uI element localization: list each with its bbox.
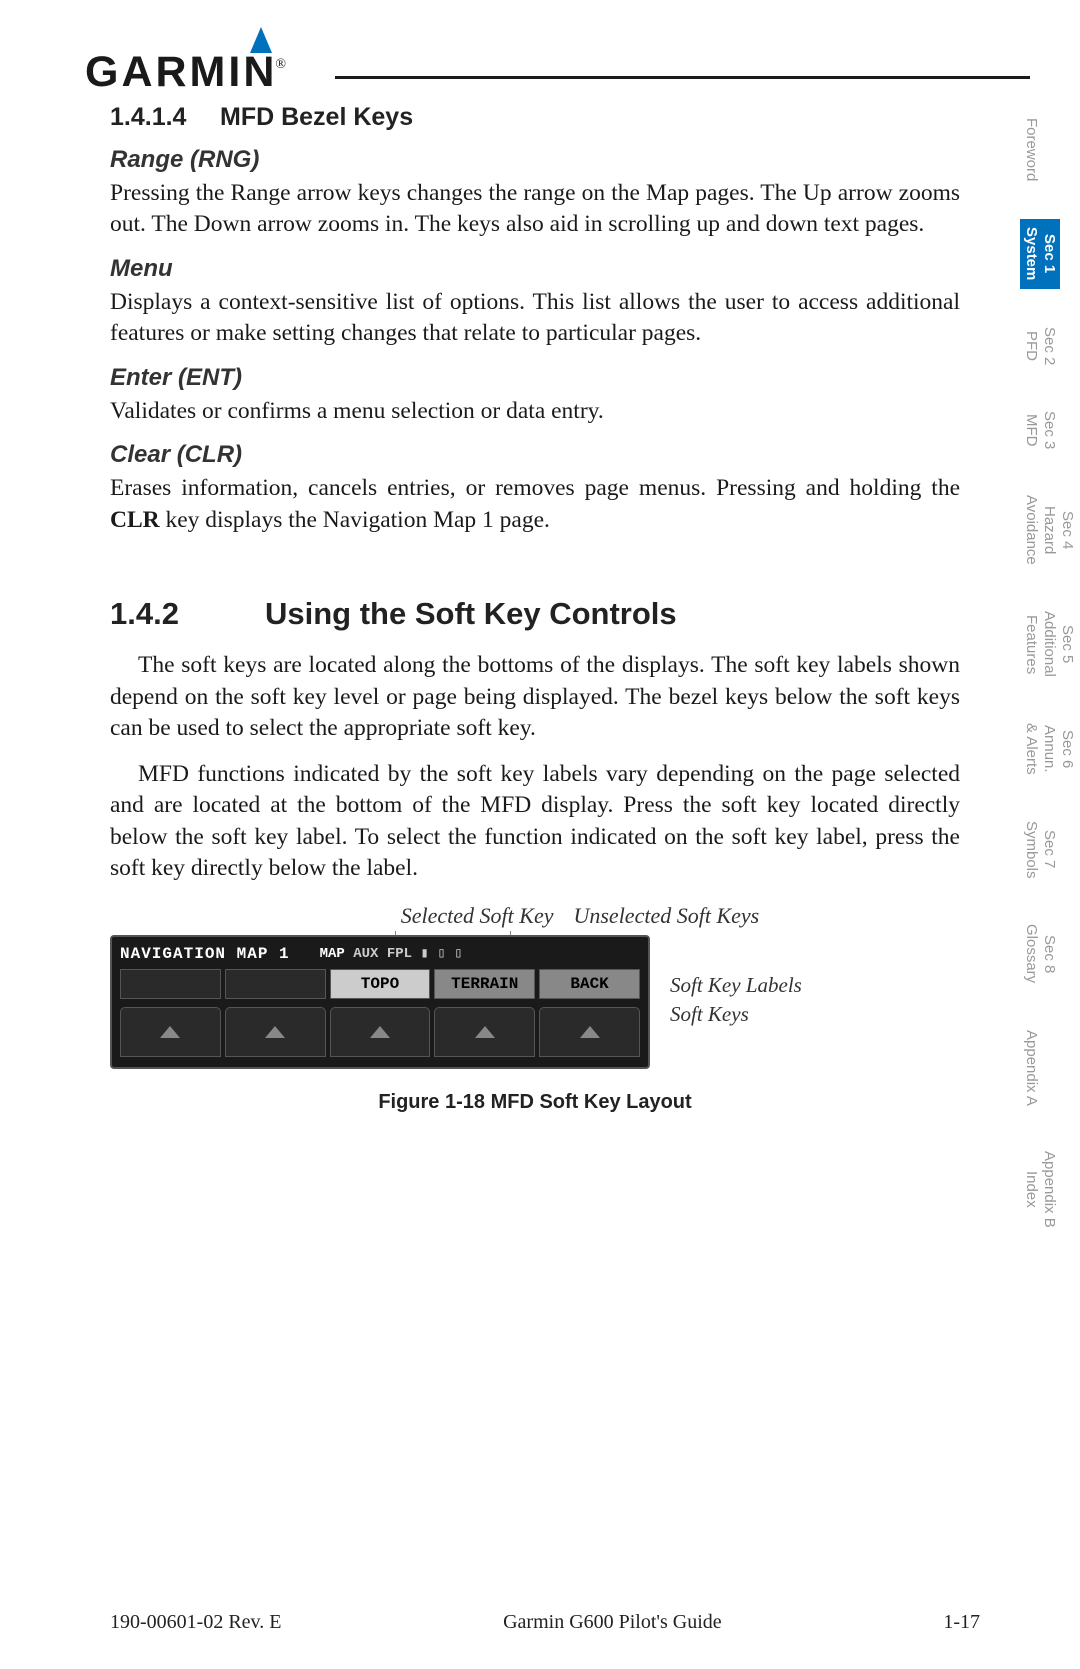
section-1-4-1-4-heading: 1.4.1.4MFD Bezel Keys <box>110 103 960 132</box>
clear-heading: Clear (CLR) <box>110 441 960 469</box>
softkey-label-terrain: TERRAIN <box>434 969 535 999</box>
softkey-button <box>330 1007 431 1057</box>
tab-sec2-pfd[interactable]: Sec 2 PFD <box>1020 319 1060 373</box>
softkey-button <box>225 1007 326 1057</box>
callout-unselected: Unselected Soft Keys <box>573 903 759 929</box>
callout-selected: Selected Soft Key <box>401 903 554 929</box>
tab-sec4-hazard[interactable]: Sec 4 Hazard Avoidance <box>1020 487 1078 573</box>
enter-heading: Enter (ENT) <box>110 364 960 392</box>
registered-icon: ® <box>275 57 286 72</box>
footer-page-num: 1-17 <box>943 1611 980 1634</box>
tab-appendix-a[interactable]: Appendix A <box>1020 1022 1042 1114</box>
figure-caption: Figure 1-18 MFD Soft Key Layout <box>110 1091 960 1114</box>
softkey-label-row: TOPO TERRAIN BACK <box>120 969 640 999</box>
range-heading: Range (RNG) <box>110 146 960 174</box>
softkey-button <box>434 1007 535 1057</box>
footer-doc-id: 190-00601-02 Rev. E <box>110 1611 281 1634</box>
softkey-label-back: BACK <box>539 969 640 999</box>
footer: 190-00601-02 Rev. E Garmin G600 Pilot's … <box>110 1611 980 1634</box>
section2-p2: MFD functions indicated by the soft key … <box>110 759 960 885</box>
garmin-logo: GARMIN® <box>85 30 288 79</box>
tab-appendix-b[interactable]: Appendix B Index <box>1020 1143 1060 1236</box>
tab-sec6-annun[interactable]: Sec 6 Annun. & Alerts <box>1020 715 1078 783</box>
footer-doc-title: Garmin G600 Pilot's Guide <box>503 1611 722 1634</box>
figure-1-18: Selected Soft Key Unselected Soft Keys N… <box>110 903 960 1114</box>
softkey-label-topo: TOPO <box>330 969 431 999</box>
tab-foreword[interactable]: Foreword <box>1020 110 1042 189</box>
mfd-panel: NAVIGATION MAP 1 MAP AUX FPL ▮ ▯ ▯ TOPO … <box>110 935 650 1069</box>
tab-sec7-symbols[interactable]: Sec 7 Symbols <box>1020 813 1060 887</box>
header: GARMIN® <box>110 20 980 95</box>
enter-body: Validates or confirms a menu selection o… <box>110 396 960 427</box>
range-body: Pressing the Range arrow keys changes th… <box>110 178 960 241</box>
softkey-label-1 <box>120 969 221 999</box>
clear-body: Erases information, cancels entries, or … <box>110 473 960 536</box>
header-rule <box>335 76 1030 79</box>
tab-sec8-glossary[interactable]: Sec 8 Glossary <box>1020 916 1060 991</box>
section-tabs: Foreword Sec 1 System Sec 2 PFD Sec 3 MF… <box>1020 110 1070 1266</box>
callout-softkeys: Soft Keys <box>670 1002 802 1027</box>
menu-body: Displays a context-sensitive list of opt… <box>110 287 960 350</box>
softkey-label-2 <box>225 969 326 999</box>
menu-heading: Menu <box>110 255 960 283</box>
section2-p1: The soft keys are located along the bott… <box>110 650 960 744</box>
mfd-page-tabs: MAP AUX FPL ▮ ▯ ▯ <box>320 945 463 962</box>
softkey-button-row <box>120 1007 640 1057</box>
softkey-button <box>539 1007 640 1057</box>
figure-top-callouts: Selected Soft Key Unselected Soft Keys <box>110 903 960 929</box>
tab-sec3-mfd[interactable]: Sec 3 MFD <box>1020 403 1060 457</box>
tab-sec5-features[interactable]: Sec 5 Additional Features <box>1020 603 1078 685</box>
section-1-4-2-heading: 1.4.2Using the Soft Key Controls <box>110 596 960 632</box>
logo-text: GARMIN <box>85 48 277 96</box>
callout-softkey-labels: Soft Key Labels <box>670 973 802 998</box>
tab-sec1-system[interactable]: Sec 1 System <box>1020 219 1060 288</box>
softkey-button <box>120 1007 221 1057</box>
mfd-nav-title: NAVIGATION MAP 1 <box>120 945 290 963</box>
